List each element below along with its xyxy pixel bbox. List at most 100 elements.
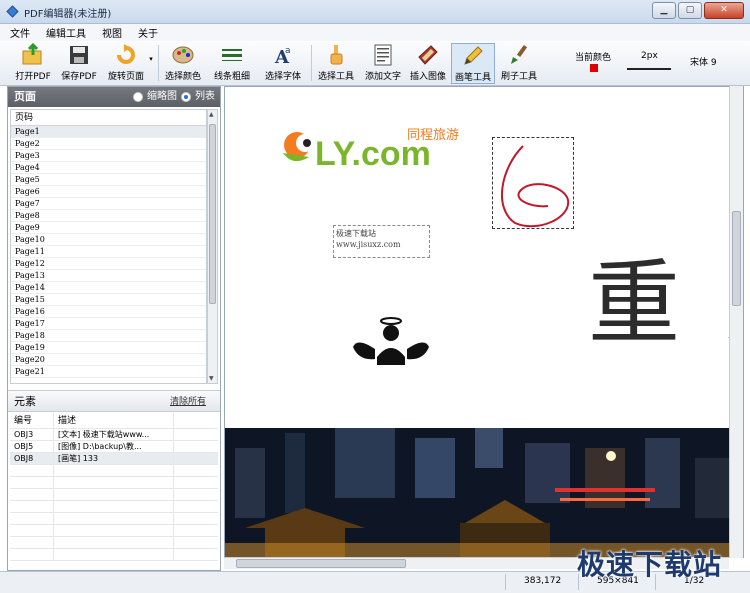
list-option-label[interactable]: 列表 — [195, 87, 215, 107]
select-color-label: 选择颜色 — [164, 72, 201, 82]
thumbnail-option-label[interactable]: 缩略图 — [147, 87, 177, 107]
pen-stroke-drawing — [500, 145, 570, 228]
site-watermark: 极速下载站 — [577, 548, 723, 581]
open-pdf-button[interactable]: 打开PDF — [12, 43, 54, 84]
page-list-item[interactable]: Page12 — [11, 258, 206, 270]
line-width-preview[interactable] — [627, 68, 671, 70]
select-tool-label: 选择工具 — [317, 72, 354, 82]
brush-tool-button[interactable]: 刷子工具 — [498, 43, 540, 84]
canvas-vertical-scrollbar[interactable] — [729, 86, 743, 558]
maximize-button[interactable]: ▢ — [678, 2, 702, 19]
clear-all-link[interactable]: 清除所有 — [170, 391, 206, 413]
page-list-item[interactable]: Page15 — [11, 294, 206, 306]
element-id: OBJ5 — [10, 441, 54, 452]
line-width-icon — [222, 49, 242, 61]
ly-logo-image[interactable]: LY.com 同程旅游 — [279, 123, 469, 173]
page-list-item[interactable]: Page17 — [11, 318, 206, 330]
left-panel: 页面 缩略图 列表 页码 Page1 Page2 Page3 Page4 Page5 Pa… — [7, 86, 221, 571]
thumbnail-radio[interactable] — [133, 92, 143, 102]
canvas-vscroll-thumb[interactable] — [732, 211, 741, 306]
open-pdf-label: 打开PDF — [15, 72, 51, 82]
select-tool-button[interactable]: 选择工具 — [315, 43, 357, 84]
select-color-button[interactable]: 选择颜色 — [162, 43, 204, 84]
table-row[interactable]: OBJ3 [文本] 极速下载站www... — [10, 429, 218, 441]
title-bar: PDF编辑器(未注册) ▁ ▢ ✕ — [0, 0, 750, 24]
pages-scrollbar[interactable]: ▲ ▼ — [207, 109, 218, 384]
page-list-item[interactable]: Page19 — [11, 342, 206, 354]
elements-table: 编号 描述 OBJ3 [文本] 极速下载站www... OBJ5 [图像] D:… — [10, 413, 218, 561]
page-list-item[interactable]: Page13 — [11, 270, 206, 282]
line-width-label: 线条粗细 — [213, 72, 250, 82]
pencil-icon — [464, 46, 483, 65]
element-id: OBJ8 — [10, 453, 54, 464]
font-icon: A a — [274, 46, 291, 67]
menu-file[interactable]: 文件 — [10, 25, 30, 40]
add-text-button[interactable]: 添加文字 — [361, 43, 405, 84]
floppy-disk-icon — [70, 46, 88, 64]
line-width-button[interactable]: 线条粗细 — [210, 43, 254, 84]
page-list-item[interactable]: Page10 — [11, 234, 206, 246]
image-icon — [418, 45, 438, 65]
page-list-item[interactable]: Page18 — [11, 330, 206, 342]
save-pdf-label: 保存PDF — [61, 72, 97, 82]
page-list-item[interactable]: Page9 — [11, 222, 206, 234]
select-font-button[interactable]: A a 选择字体 — [260, 43, 306, 84]
pages-scroll-thumb[interactable] — [209, 124, 216, 304]
table-row[interactable]: OBJ8 [画笔] 133 — [10, 453, 218, 465]
svg-text:a: a — [285, 46, 291, 56]
page-list-item[interactable]: Page20 — [11, 354, 206, 366]
elements-panel-title: 元素 — [14, 395, 36, 408]
insert-image-label: 插入图像 — [409, 72, 446, 82]
rotate-page-label: 旋转页面 — [107, 72, 144, 82]
menu-about[interactable]: 关于 — [138, 25, 158, 40]
city-night-photo[interactable] — [225, 428, 743, 557]
page-list-item[interactable]: Page6 — [11, 186, 206, 198]
current-font[interactable]: 宋体 9 — [690, 55, 717, 68]
page-list-item[interactable]: Page2 — [11, 138, 206, 150]
text-object-line1: 极速下载站 — [336, 229, 376, 238]
page-list-item[interactable]: Page16 — [11, 306, 206, 318]
element-desc: [画笔] 133 — [54, 453, 174, 464]
page-list-item[interactable]: Page4 — [11, 162, 206, 174]
pen-drawing-selection[interactable] — [492, 137, 574, 229]
minimize-button[interactable]: ▁ — [652, 2, 676, 19]
rotate-icon — [117, 44, 135, 64]
insert-image-button[interactable]: 插入图像 — [407, 43, 449, 84]
table-row-empty — [10, 465, 218, 477]
text-object[interactable]: 极速下载站 www.jisuxz.com — [333, 225, 430, 258]
pages-panel-title: 页面 — [14, 90, 36, 103]
table-row-empty — [10, 501, 218, 513]
page-list-item[interactable]: Page14 — [11, 282, 206, 294]
cursor-coords: 383,172 — [524, 576, 562, 586]
page-list-item[interactable]: Page8 — [11, 210, 206, 222]
current-color-swatch[interactable] — [590, 64, 598, 72]
page-list-item[interactable]: Page11 — [11, 246, 206, 258]
text-object-line2: www.jisuxz.com — [336, 240, 401, 249]
pdf-canvas[interactable]: LY.com 同程旅游 极速下载站 www.jisuxz.com 重 万 — [224, 86, 744, 558]
large-chinese-text[interactable]: 重 万 — [588, 229, 743, 362]
angel-avatar-icon[interactable] — [351, 313, 431, 373]
pen-tool-label: 画笔工具 — [454, 73, 491, 83]
page-list-item[interactable]: Page7 — [11, 198, 206, 210]
elements-panel-header: 元素 清除所有 — [8, 390, 220, 412]
save-pdf-button[interactable]: 保存PDF — [58, 43, 100, 84]
table-row[interactable]: OBJ5 [图像] D:\backup\教... — [10, 441, 218, 453]
pages-panel-header: 页面 缩略图 列表 — [8, 87, 220, 107]
page-list-item[interactable]: Page5 — [11, 174, 206, 186]
menu-view[interactable]: 视图 — [102, 25, 122, 40]
open-folder-icon — [22, 43, 42, 65]
pen-tool-button[interactable]: 画笔工具 — [451, 43, 495, 84]
pointer-hand-icon — [330, 45, 343, 65]
canvas-hscroll-thumb[interactable] — [236, 559, 406, 568]
table-row-empty — [10, 525, 218, 537]
pages-column-header: 页码 — [11, 110, 206, 126]
menu-edit-tools[interactable]: 编辑工具 — [46, 25, 86, 40]
toolbar: 打开PDF 保存PDF 旋转页面 ▾ 选择颜色 线条粗细 A a 选择字体 选择… — [0, 41, 750, 86]
list-radio[interactable] — [181, 92, 191, 102]
page-list-item[interactable]: Page3 — [11, 150, 206, 162]
page-list-item[interactable]: Page21 — [11, 366, 206, 378]
close-button[interactable]: ✕ — [704, 2, 744, 19]
page-list-item[interactable]: Page1 — [11, 126, 206, 138]
rotate-page-button[interactable]: 旋转页面 — [103, 43, 149, 84]
current-color-label: 当前颜色 — [575, 53, 612, 63]
